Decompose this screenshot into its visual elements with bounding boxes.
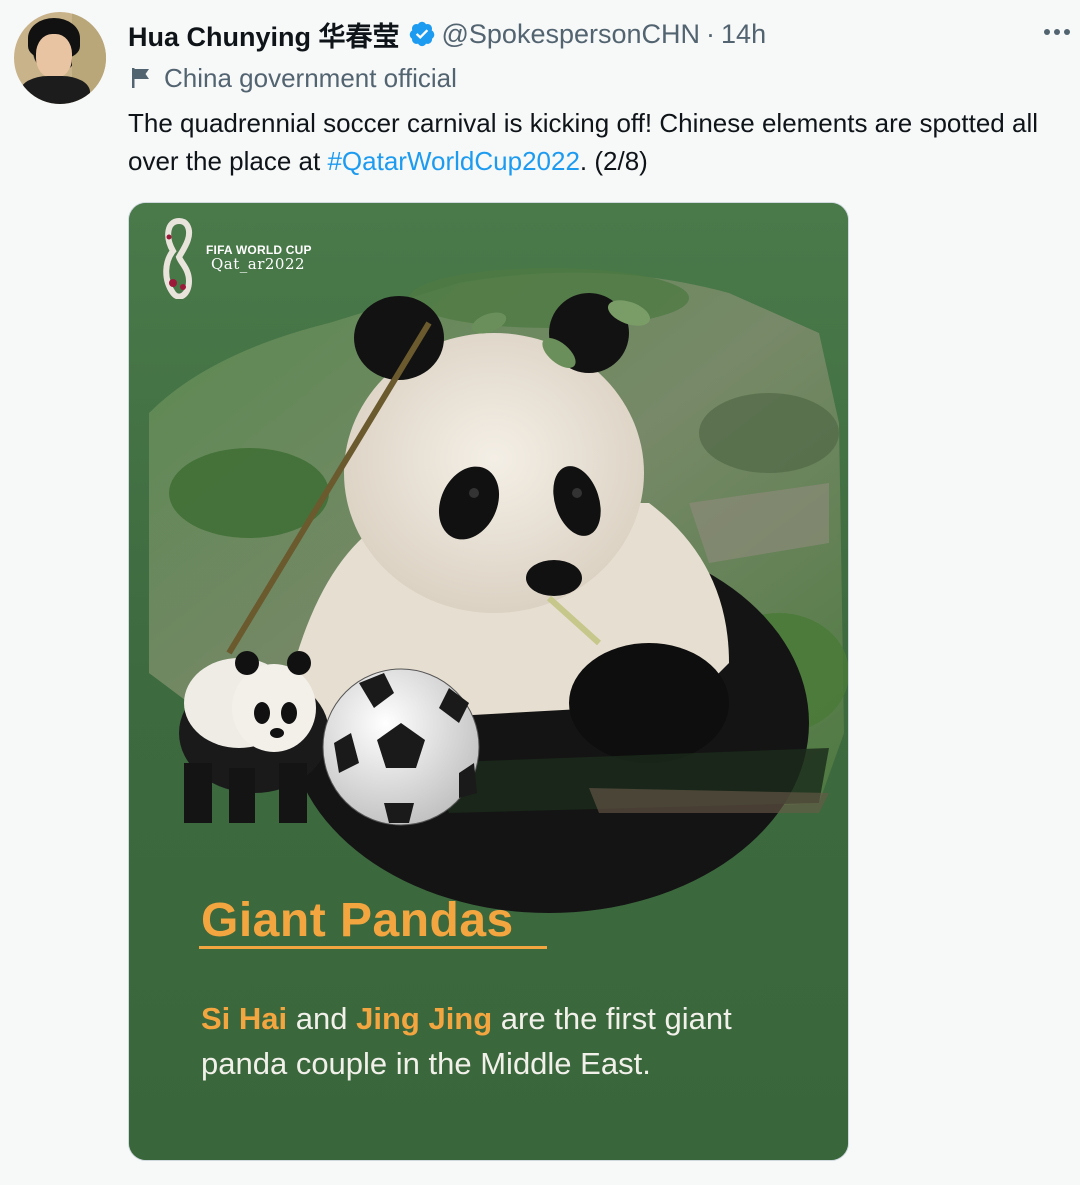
- panda-name-1: Si Hai: [201, 1001, 288, 1036]
- fifa-logo: [163, 217, 193, 299]
- avatar[interactable]: [14, 12, 106, 104]
- fifa-logo-text: FIFA WORLD CUP Qat_ar2022: [206, 243, 312, 273]
- card-body: Si Hai and Jing Jing are the first giant…: [201, 996, 801, 1086]
- more-options-icon[interactable]: [1044, 22, 1076, 42]
- author-name[interactable]: Hua Chunying 华春莹: [128, 15, 400, 54]
- panda-name-2: Jing Jing: [356, 1001, 493, 1036]
- hashtag-link[interactable]: #QatarWorldCup2022: [327, 146, 579, 176]
- author-handle[interactable]: @SpokespersonCHN: [442, 19, 701, 50]
- tweet-text: The quadrennial soccer carnival is kicki…: [128, 104, 1058, 180]
- verified-badge-icon: [409, 21, 434, 47]
- tweet[interactable]: Hua Chunying 华春莹 @SpokespersonCHN · 14h …: [0, 0, 1080, 1185]
- tweet-header: Hua Chunying 华春莹 @SpokespersonCHN · 14h: [128, 14, 766, 54]
- separator-dot: ·: [706, 18, 716, 49]
- tweet-text-part2: . (2/8): [579, 146, 648, 176]
- government-flag-icon: [132, 68, 149, 88]
- fifa-logo-line2: Qat_ar2022: [211, 255, 306, 273]
- tweet-timestamp[interactable]: 14h: [721, 19, 766, 50]
- government-label-text: China government official: [164, 62, 457, 93]
- tweet-media-image[interactable]: FIFA WORLD CUP Qat_ar2022 Giant Pandas S…: [128, 202, 849, 1161]
- card-title: Giant Pandas: [201, 894, 514, 947]
- government-label[interactable]: China government official: [130, 60, 457, 96]
- card-and: and: [287, 1001, 357, 1036]
- card-title-underline: [199, 946, 547, 949]
